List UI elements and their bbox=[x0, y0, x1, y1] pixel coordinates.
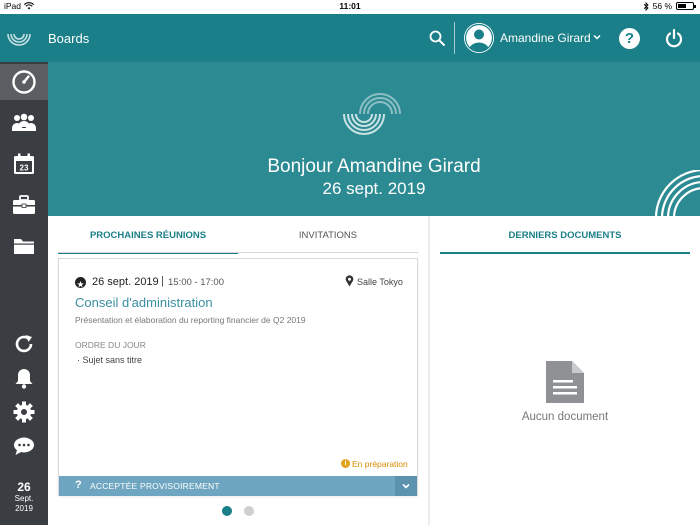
sidebar-date: 26 Sept. 2019 bbox=[0, 480, 48, 514]
app-logo-icon[interactable] bbox=[6, 28, 32, 50]
app-title: Boards bbox=[48, 31, 90, 46]
location-pin-icon bbox=[345, 275, 354, 287]
documents-panel: DERNIERS DOCUMENTS Aucun document bbox=[430, 216, 700, 525]
people-icon bbox=[12, 113, 36, 131]
calendar-day: 23 bbox=[20, 164, 29, 173]
tab-upcoming-meetings[interactable]: PROCHAINES RÉUNIONS bbox=[58, 216, 238, 254]
question-icon: ? bbox=[75, 479, 82, 491]
status-bar: iPad 11:01 56 % bbox=[0, 0, 700, 14]
tab-invitations[interactable]: INVITATIONS bbox=[238, 216, 418, 254]
meeting-card[interactable]: 26 sept. 2019 | 15:00 - 17:00 Salle Toky… bbox=[58, 258, 418, 496]
pagination-dot-2[interactable] bbox=[244, 506, 254, 516]
user-icon bbox=[464, 23, 494, 53]
folder-icon bbox=[14, 239, 34, 254]
bluetooth-icon bbox=[643, 1, 649, 11]
pagination-dot-1[interactable] bbox=[222, 506, 232, 516]
sidebar-item-dashboard[interactable] bbox=[0, 64, 48, 100]
power-icon[interactable] bbox=[664, 28, 684, 48]
corner-arcs-decoration bbox=[655, 170, 700, 216]
help-button[interactable]: ? bbox=[619, 28, 640, 49]
sidebar-item-documents[interactable] bbox=[0, 228, 48, 264]
tabs-divider bbox=[58, 252, 418, 253]
gear-icon bbox=[13, 401, 35, 423]
sidebar: 23 26 Sept. 2019 bbox=[0, 62, 48, 525]
sidebar-item-sync[interactable] bbox=[0, 326, 48, 362]
avatar[interactable] bbox=[464, 23, 494, 53]
banner-date: 26 sept. 2019 bbox=[322, 179, 426, 198]
acceptance-status: ACCEPTÉE PROVISOIREMENT bbox=[90, 481, 220, 491]
acceptance-dropdown-button[interactable] bbox=[395, 476, 417, 496]
meetings-panel: PROCHAINES RÉUNIONS INVITATIONS 26 sept.… bbox=[48, 216, 428, 525]
meeting-time: 15:00 - 17:00 bbox=[168, 277, 224, 288]
info-icon: i bbox=[341, 459, 350, 468]
sync-icon bbox=[15, 335, 33, 353]
sidebar-item-chat[interactable] bbox=[0, 428, 48, 464]
document-icon bbox=[546, 361, 584, 403]
sidebar-item-meetings[interactable] bbox=[0, 105, 48, 141]
meeting-status: En préparation bbox=[352, 459, 408, 469]
sidebar-item-settings[interactable] bbox=[0, 394, 48, 430]
empty-documents-text: Aucun document bbox=[521, 411, 609, 423]
chevron-down-icon bbox=[402, 483, 410, 489]
search-icon[interactable] bbox=[428, 29, 446, 47]
status-right: 56 % bbox=[643, 1, 696, 11]
sidebar-item-notifications[interactable] bbox=[0, 360, 48, 396]
briefcase-icon bbox=[13, 195, 35, 214]
agenda-item-label: Sujet sans titre bbox=[82, 355, 143, 365]
header-divider bbox=[454, 22, 455, 54]
sidebar-date-day: 26 bbox=[17, 480, 31, 494]
meeting-separator: | bbox=[161, 275, 164, 287]
agenda-item: · Sujet sans titre bbox=[77, 355, 143, 365]
star-glyph-icon bbox=[77, 281, 84, 288]
acceptance-bar[interactable]: ? ACCEPTÉE PROVISOIREMENT bbox=[59, 476, 417, 496]
user-name[interactable]: Amandine Girard bbox=[500, 31, 591, 45]
star-icon bbox=[75, 277, 86, 288]
sidebar-item-calendar[interactable]: 23 bbox=[0, 146, 48, 182]
meeting-room: Salle Tokyo bbox=[357, 277, 403, 287]
brand-emblem-icon bbox=[343, 93, 401, 135]
sidebar-date-month: Sept. bbox=[14, 494, 34, 503]
bell-icon bbox=[15, 369, 33, 389]
dashboard-icon bbox=[12, 70, 36, 94]
sidebar-date-year: 2019 bbox=[15, 504, 33, 513]
sidebar-item-briefcase[interactable] bbox=[0, 187, 48, 223]
chat-icon bbox=[14, 437, 34, 455]
greeting-text: Bonjour Amandine Girard bbox=[267, 156, 481, 177]
meeting-date: 26 sept. 2019 bbox=[92, 276, 159, 288]
calendar-icon: 23 bbox=[14, 153, 34, 174]
meeting-title[interactable]: Conseil d'administration bbox=[75, 295, 213, 310]
chevron-down-icon[interactable] bbox=[592, 32, 602, 42]
app-header: Boards Amandine Girard ? bbox=[0, 14, 700, 62]
tab-latest-documents[interactable]: DERNIERS DOCUMENTS bbox=[440, 216, 690, 254]
clock: 11:01 bbox=[339, 1, 361, 11]
battery-icon bbox=[676, 2, 696, 10]
welcome-banner: Bonjour Amandine Girard 26 sept. 2019 bbox=[48, 62, 700, 216]
battery-percent: 56 % bbox=[652, 1, 672, 11]
meeting-description: Présentation et élaboration du reporting… bbox=[75, 315, 306, 325]
agenda-heading: ORDRE DU JOUR bbox=[75, 340, 146, 350]
